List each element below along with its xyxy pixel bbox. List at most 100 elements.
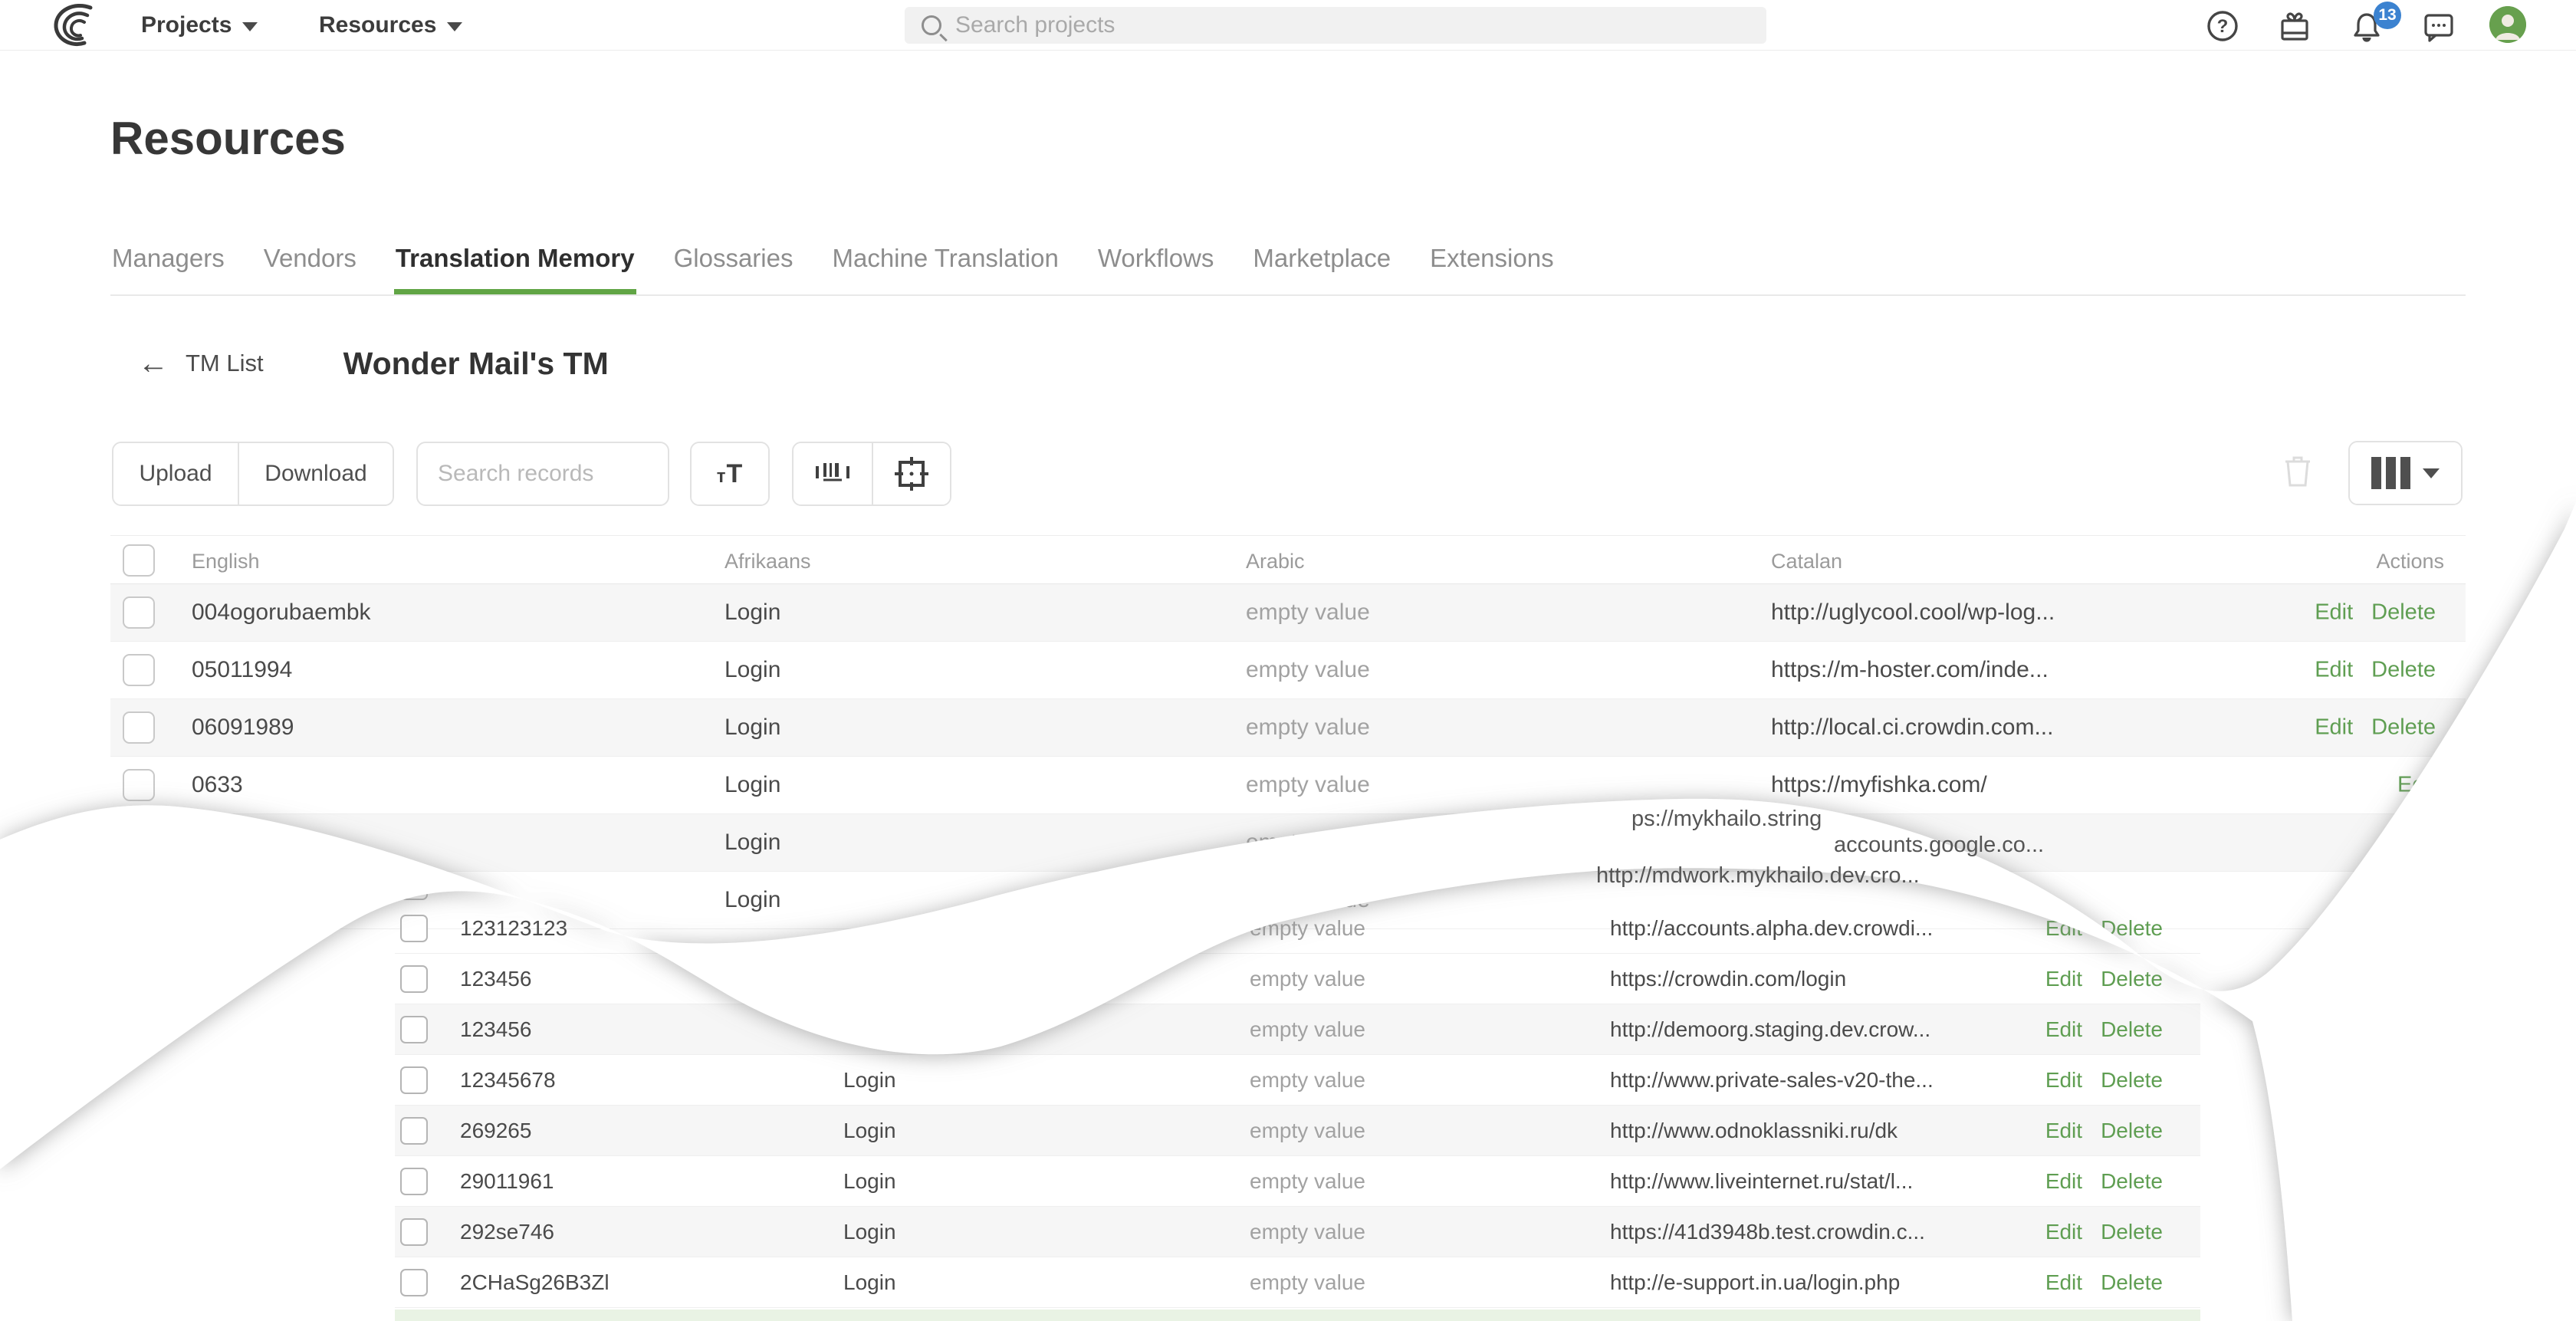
search-records-input[interactable]: [416, 442, 669, 506]
table-row: 05011994 Login empty value https://m-hoster…: [110, 642, 2466, 699]
app-window: Projects Resources ? 13: [0, 0, 2576, 1321]
cell: 06091989: [192, 715, 294, 740]
cell: http://local.ci.crowdin.com...: [1771, 715, 2054, 740]
table-row: 292se746 Login empty value https://41d3948b…: [395, 1207, 2200, 1257]
row-actions: Edit Delete: [2315, 658, 2436, 683]
table-row: 12345678 Login empty value http://www.priva…: [395, 1055, 2200, 1106]
back-arrow-icon[interactable]: ←: [138, 348, 169, 379]
delete-button[interactable]: Delete: [2101, 1068, 2163, 1093]
edit-button[interactable]: Edit: [2045, 1270, 2082, 1295]
row-checkbox[interactable]: [123, 711, 155, 744]
highlighted-row-strip: [395, 1309, 2200, 1321]
cell: http://www.odnoklassniki.ru/dk: [1610, 1118, 1898, 1142]
row-checkbox[interactable]: [123, 769, 155, 801]
delete-button[interactable]: Delete: [2101, 967, 2163, 991]
select-all-checkbox[interactable]: [123, 544, 155, 577]
delete-button[interactable]: Delete: [2101, 916, 2163, 941]
edit-button[interactable]: Edit: [2045, 916, 2082, 941]
cell: empty value: [1250, 1168, 1365, 1193]
tab-workflows[interactable]: Workflows: [1096, 244, 1216, 294]
text-case-icon: тT: [716, 458, 744, 488]
cell: 12345678: [460, 1067, 556, 1092]
search-projects-input[interactable]: [955, 12, 1645, 38]
chevron-down-icon: [447, 22, 463, 31]
cell: empty value: [1250, 1017, 1365, 1041]
cell: Login: [724, 657, 781, 682]
tab-glossaries[interactable]: Glossaries: [672, 244, 795, 294]
chevron-down-icon: [2423, 468, 2440, 478]
columns-view-button[interactable]: [2350, 442, 2461, 504]
nav-resources-menu[interactable]: Resources: [319, 0, 463, 51]
tab-machine-translation[interactable]: Machine Translation: [830, 244, 1060, 294]
tab-vendors[interactable]: Vendors: [262, 244, 358, 294]
download-button[interactable]: Download: [238, 443, 393, 504]
edit-button[interactable]: Edit: [2045, 1220, 2082, 1244]
row-checkbox[interactable]: [400, 1015, 428, 1043]
tab-translation-memory[interactable]: Translation Memory: [393, 244, 636, 294]
edit-button[interactable]: Edit: [2045, 967, 2082, 991]
row-checkbox[interactable]: [400, 1217, 428, 1246]
tab-managers[interactable]: Managers: [110, 244, 226, 294]
row-checkbox[interactable]: [123, 596, 155, 629]
row-checkbox[interactable]: [123, 654, 155, 686]
tab-extensions[interactable]: Extensions: [1428, 244, 1555, 294]
row-checkbox[interactable]: [400, 1066, 428, 1094]
cell: empty value: [1246, 715, 1370, 740]
cell: http://e-support.in.ua/login.php: [1610, 1270, 1901, 1294]
barcode-filter-button[interactable]: [794, 443, 872, 504]
row-actions: Edit Delete: [2045, 1270, 2163, 1295]
text-case-button[interactable]: тT: [692, 443, 768, 504]
delete-button[interactable]: Delete: [2101, 1270, 2163, 1295]
cell: empty value: [1250, 1219, 1365, 1244]
row-checkbox[interactable]: [400, 964, 428, 993]
table-row: 269265 Login empty value http://www.odnokla…: [395, 1106, 2200, 1156]
edit-button[interactable]: Edit: [2315, 658, 2353, 683]
edit-button[interactable]: Edit: [2045, 1119, 2082, 1143]
help-icon[interactable]: ?: [2206, 10, 2239, 42]
cell: empty value: [1250, 1067, 1365, 1092]
edit-button[interactable]: Edit: [2045, 1017, 2082, 1042]
row-checkbox[interactable]: [400, 914, 428, 942]
upload-button[interactable]: Upload: [113, 443, 238, 504]
delete-button[interactable]: Delete: [2371, 715, 2436, 741]
delete-button[interactable]: Delete: [2101, 1220, 2163, 1244]
row-checkbox[interactable]: [400, 872, 428, 900]
cell: empty value: [1246, 830, 1370, 855]
cell: empty value: [1250, 1118, 1365, 1142]
cell: Login: [843, 1219, 896, 1244]
cell: 004ogorubaembk: [192, 600, 371, 625]
row-checkbox[interactable]: [400, 1116, 428, 1145]
delete-button[interactable]: Delete: [2101, 1169, 2163, 1194]
delete-button[interactable]: Delete: [2101, 1119, 2163, 1143]
edit-button[interactable]: Edit: [2397, 773, 2436, 798]
table-row: 2CHaSg26B3Zl Login empty value http://e-sup…: [395, 1257, 2200, 1308]
cell: https://myfishka.com/: [1771, 772, 1987, 797]
search-icon: [922, 15, 941, 35]
row-actions: Edit Delete: [2045, 1068, 2163, 1093]
delete-button[interactable]: Delete: [2371, 600, 2436, 626]
edit-button[interactable]: Edit: [2315, 715, 2353, 741]
cell: https://m-hoster.com/inde...: [1771, 657, 2049, 682]
tm-list-back-link[interactable]: TM List: [186, 350, 264, 377]
gift-icon[interactable]: [2279, 10, 2311, 42]
edit-button[interactable]: Edit: [2045, 1068, 2082, 1093]
row-checkbox[interactable]: [400, 1167, 428, 1195]
nav-projects-menu[interactable]: Projects: [141, 0, 258, 51]
edit-button[interactable]: Edit: [2315, 600, 2353, 626]
row-actions: Edit Delete: [2045, 967, 2163, 991]
delete-button[interactable]: Delete: [2371, 658, 2436, 683]
chevron-down-icon: [242, 22, 258, 31]
cell: 05011994: [192, 657, 293, 682]
avatar[interactable]: [2489, 6, 2526, 43]
frame-target-button[interactable]: [872, 443, 950, 504]
crowdin-logo[interactable]: [51, 3, 100, 48]
delete-button[interactable]: Delete: [2101, 1017, 2163, 1042]
cell: 2CHaSg26B3Zl: [460, 1270, 610, 1294]
edit-button[interactable]: Edit: [2045, 1169, 2082, 1194]
row-actions: Edit Delete: [2045, 916, 2163, 941]
table-row: 123456 Login empty value https://crowdin.co…: [395, 954, 2200, 1004]
cell: empty value: [1250, 966, 1365, 991]
row-checkbox[interactable]: [400, 1268, 428, 1296]
tab-marketplace[interactable]: Marketplace: [1251, 244, 1392, 294]
chat-icon[interactable]: [2423, 10, 2455, 42]
